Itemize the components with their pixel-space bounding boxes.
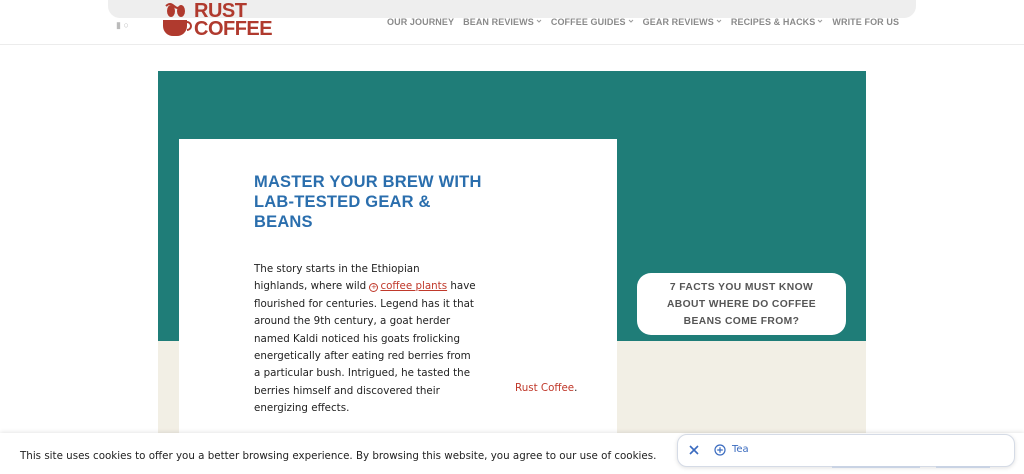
facts-button[interactable]: 7 FACTS YOU MUST KNOW ABOUT WHERE DO COF… [637, 273, 846, 335]
nav-item-recipes-hacks[interactable]: RECIPES & HACKS [731, 17, 824, 27]
hero-body-end: have flourished for centuries. Legend ha… [254, 280, 476, 415]
nav-item-coffee-guides[interactable]: COFFEE GUIDES [551, 17, 634, 27]
nav-item-label: RECIPES & HACKS [730, 17, 816, 27]
coffee-plants-link[interactable]: coffee plants [380, 280, 447, 292]
nav-item-our-journey[interactable]: OUR JOURNEY [387, 17, 454, 27]
plus-circle-icon[interactable] [714, 444, 726, 456]
rust-coffee-link[interactable]: Rust Coffee [515, 382, 574, 394]
site-logo[interactable]: RUST COFFEE [160, 1, 274, 40]
tea-label[interactable]: Tea [732, 444, 749, 455]
site-header: ▮ ○ RUST COFFEE OUR JOURNEY BEAN REVIEWS C… [0, 0, 1024, 45]
chevron-down-icon [818, 19, 823, 23]
main-nav: OUR JOURNEY BEAN REVIEWS COFFEE GUIDES GEAR… [387, 17, 908, 27]
nav-item-label: OUR JOURNEY [387, 17, 455, 27]
nav-item-label: BEAN REVIEWS [463, 17, 534, 27]
brand-link-line: Rust Coffee. [515, 382, 577, 394]
plus-circle-icon: + [369, 283, 379, 293]
cookie-notice-text: This site uses cookies to offer you a be… [20, 450, 657, 462]
logo-wordmark: RUST COFFEE [194, 1, 273, 40]
chevron-down-icon [628, 19, 634, 23]
close-icon[interactable] [687, 443, 701, 457]
nav-item-gear-reviews[interactable]: GEAR REVIEWS [643, 17, 722, 27]
hero-title: MASTER YOUR BREW WITH LAB-TESTED GEAR & … [254, 173, 482, 231]
nav-item-write-for-us[interactable]: WRITE FOR US [832, 17, 899, 27]
logo-line-2: COFFEE [194, 18, 273, 40]
brand-link-period: . [574, 382, 578, 394]
facts-button-label: 7 FACTS YOU MUST KNOW ABOUT WHERE DO COF… [666, 281, 817, 327]
nav-item-bean-reviews[interactable]: BEAN REVIEWS [463, 17, 542, 27]
widget-scroll-indicator [832, 466, 990, 468]
nav-item-label: WRITE FOR US [832, 17, 900, 27]
tea-widget: Tea [677, 434, 1015, 467]
chevron-down-icon [536, 19, 542, 23]
hero-body-text: The story starts in the Ethiopian highla… [254, 261, 476, 418]
header-small-icons: ▮ ○ [116, 20, 129, 30]
chevron-down-icon [716, 19, 722, 23]
nav-item-label: GEAR REVIEWS [642, 17, 714, 27]
coffee-cup-icon [163, 3, 192, 36]
nav-item-label: COFFEE GUIDES [550, 17, 626, 27]
